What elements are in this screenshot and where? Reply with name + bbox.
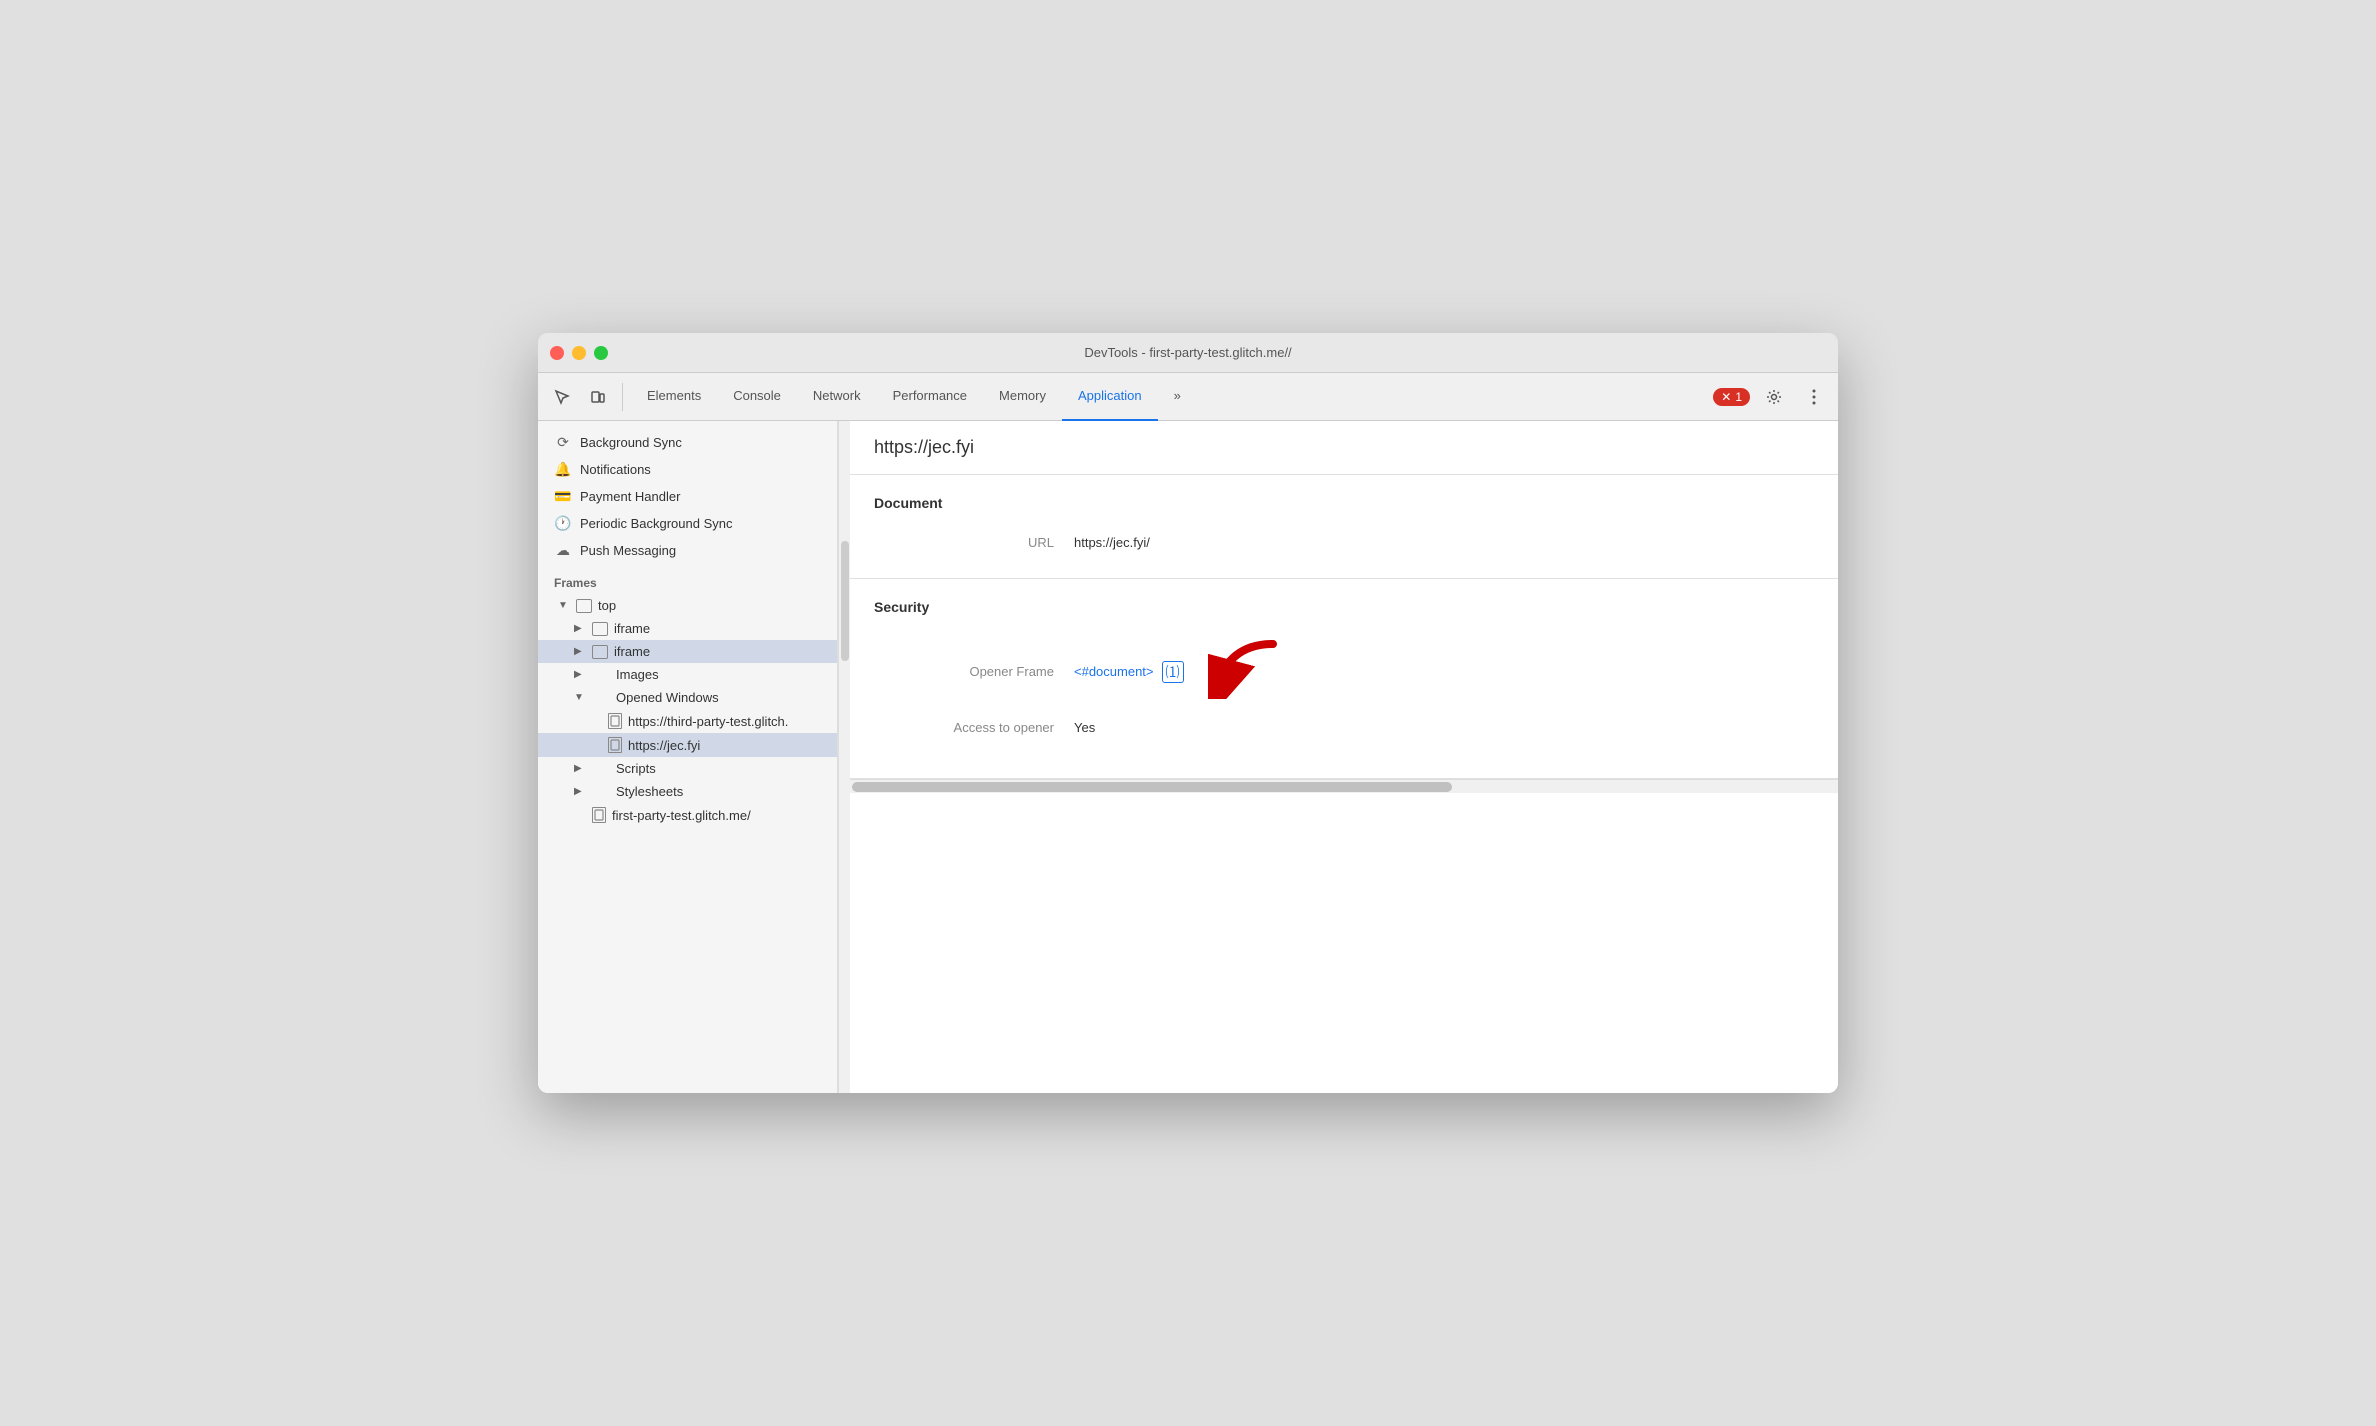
- doc-icon-main: [592, 807, 606, 823]
- content-url: https://jec.fyi: [850, 421, 1838, 475]
- main-area: ⟳ Background Sync 🔔 Notifications 💳 Paym…: [538, 421, 1838, 1093]
- opener-frame-label: Opener Frame: [874, 664, 1074, 679]
- frame-icon-top: [576, 599, 592, 613]
- expand-arrow-top: ▼: [558, 600, 570, 611]
- expand-arrow-scripts: ▶: [574, 763, 586, 774]
- tab-application[interactable]: Application: [1062, 373, 1158, 421]
- document-section-title: Document: [874, 495, 1814, 511]
- tree-item-stylesheets[interactable]: ▶ Stylesheets: [538, 780, 837, 803]
- content-scrollbar[interactable]: [850, 779, 1838, 793]
- push-messaging-icon: ☁: [554, 542, 572, 559]
- tree-item-iframe1[interactable]: ▶ iframe: [538, 617, 837, 640]
- tree-item-ow-child2[interactable]: https://jec.fyi: [538, 733, 837, 757]
- tab-console[interactable]: Console: [717, 373, 797, 421]
- tab-memory[interactable]: Memory: [983, 373, 1062, 421]
- tree-item-top[interactable]: ▼ top: [538, 594, 837, 617]
- toolbar-right: ✕ 1: [1713, 381, 1830, 413]
- security-section: Security Opener Frame <#document> ⑴: [850, 579, 1838, 779]
- more-button[interactable]: [1798, 381, 1830, 413]
- url-value: https://jec.fyi/: [1074, 535, 1150, 550]
- notifications-icon: 🔔: [554, 461, 572, 478]
- traffic-lights: [550, 346, 608, 360]
- content-area: https://jec.fyi Document URL https://jec…: [850, 421, 1838, 1093]
- opener-frame-code-icon: ⑴: [1162, 661, 1184, 683]
- expand-arrow-stylesheets: ▶: [574, 786, 586, 797]
- sidebar-item-background-sync[interactable]: ⟳ Background Sync: [538, 429, 837, 456]
- toolbar-divider: [622, 383, 623, 411]
- error-badge[interactable]: ✕ 1: [1713, 388, 1750, 406]
- toolbar: Elements Console Network Performance Mem…: [538, 373, 1838, 421]
- sidebar-item-notifications[interactable]: 🔔 Notifications: [538, 456, 837, 483]
- expand-arrow-iframe2: ▶: [574, 646, 586, 657]
- tab-performance[interactable]: Performance: [877, 373, 983, 421]
- error-icon: ✕: [1721, 390, 1731, 404]
- sidebar-item-periodic-bg-sync[interactable]: 🕐 Periodic Background Sync: [538, 510, 837, 537]
- access-to-opener-row: Access to opener Yes: [874, 712, 1814, 743]
- maximize-button[interactable]: [594, 346, 608, 360]
- tree-item-main-doc[interactable]: first-party-test.glitch.me/: [538, 803, 837, 827]
- url-field-row: URL https://jec.fyi/: [874, 527, 1814, 558]
- background-sync-icon: ⟳: [554, 434, 572, 451]
- periodic-bg-sync-icon: 🕐: [554, 515, 572, 532]
- window-title: DevTools - first-party-test.glitch.me//: [1084, 345, 1291, 360]
- minimize-button[interactable]: [572, 346, 586, 360]
- sidebar-item-payment-handler[interactable]: 💳 Payment Handler: [538, 483, 837, 510]
- inspect-element-button[interactable]: [546, 381, 578, 413]
- close-button[interactable]: [550, 346, 564, 360]
- security-section-title: Security: [874, 599, 1814, 615]
- tree-item-scripts[interactable]: ▶ Scripts: [538, 757, 837, 780]
- sidebar: ⟳ Background Sync 🔔 Notifications 💳 Paym…: [538, 421, 838, 1093]
- expand-arrow-images: ▶: [574, 669, 586, 680]
- opener-frame-link[interactable]: <#document>: [1074, 664, 1154, 679]
- frame-icon-iframe1: [592, 622, 608, 636]
- payment-handler-icon: 💳: [554, 488, 572, 505]
- access-to-opener-label: Access to opener: [874, 720, 1074, 735]
- device-toggle-button[interactable]: [582, 381, 614, 413]
- error-count: 1: [1735, 390, 1742, 404]
- frame-icon-iframe2: [592, 645, 608, 659]
- scrollbar-thumb: [852, 782, 1452, 792]
- tree-item-iframe2[interactable]: ▶ iframe: [538, 640, 837, 663]
- sidebar-item-push-messaging[interactable]: ☁ Push Messaging: [538, 537, 837, 564]
- tab-network[interactable]: Network: [797, 373, 877, 421]
- frames-section-label: Frames: [538, 564, 837, 594]
- doc-icon-ow2: [608, 737, 622, 753]
- tab-elements[interactable]: Elements: [631, 373, 717, 421]
- red-arrow-annotation: [1208, 639, 1278, 704]
- doc-icon-ow1: [608, 713, 622, 729]
- tab-more[interactable]: »: [1158, 373, 1197, 421]
- expand-arrow-opened-windows: ▼: [574, 692, 586, 703]
- document-section: Document URL https://jec.fyi/: [850, 475, 1838, 579]
- expand-arrow-iframe1: ▶: [574, 623, 586, 634]
- sidebar-scrollbar[interactable]: [838, 421, 850, 1093]
- opener-frame-row: Opener Frame <#document> ⑴: [874, 631, 1814, 712]
- devtools-window: DevTools - first-party-test.glitch.me// …: [538, 333, 1838, 1093]
- tree-item-opened-windows[interactable]: ▼ Opened Windows: [538, 686, 837, 709]
- url-label: URL: [874, 535, 1074, 550]
- access-to-opener-value: Yes: [1074, 720, 1095, 735]
- tree-item-images[interactable]: ▶ Images: [538, 663, 837, 686]
- tree-item-ow-child1[interactable]: https://third-party-test.glitch.me/p: [538, 709, 837, 733]
- opener-frame-value-group: <#document> ⑴: [1074, 639, 1278, 704]
- titlebar: DevTools - first-party-test.glitch.me//: [538, 333, 1838, 373]
- tab-bar: Elements Console Network Performance Mem…: [631, 373, 1709, 421]
- settings-button[interactable]: [1758, 381, 1790, 413]
